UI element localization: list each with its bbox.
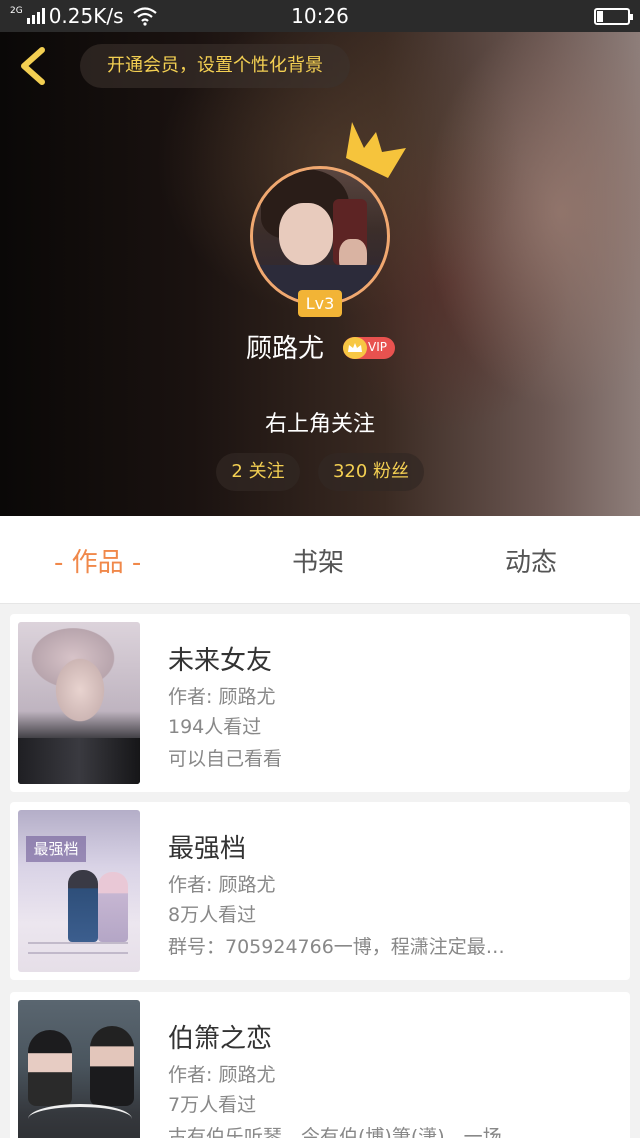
chevron-left-icon: [21, 47, 45, 85]
book-title: 最强档: [168, 834, 247, 864]
following-count[interactable]: 2 关注: [216, 453, 300, 491]
vip-banner-button[interactable]: 开通会员，设置个性化背景: [80, 44, 350, 88]
profile-header: 开通会员，设置个性化背景 Lv3 顾路尤 VIP 右上角关注 2 关注 320 …: [0, 32, 640, 516]
vip-label: VIP: [368, 340, 387, 354]
follow-hint: 右上角关注: [264, 412, 375, 437]
cover-title: 最强档: [26, 836, 86, 862]
battery-icon: [594, 8, 633, 25]
book-cover: [18, 622, 140, 784]
book-title: 伯箫之恋: [168, 1024, 273, 1054]
fans-count[interactable]: 320 粉丝: [318, 453, 424, 491]
profile-tabs: - 作品 - 书架 动态: [0, 516, 640, 604]
book-views: 8万人看过: [168, 904, 257, 926]
book-cover: [18, 1000, 140, 1138]
level-badge: Lv3: [298, 290, 342, 317]
book-description: 群号：705924766一博，程潇注定最…: [168, 936, 505, 958]
tab-bookshelf[interactable]: 书架: [292, 542, 344, 579]
book-author: 作者: 顾路尤: [168, 874, 276, 896]
username: 顾路尤: [246, 334, 325, 364]
book-cover: 最强档: [18, 810, 140, 972]
book-title: 未来女友: [168, 646, 273, 676]
avatar[interactable]: [250, 166, 390, 306]
vip-crown-icon: [343, 337, 367, 359]
tab-works[interactable]: - 作品 -: [54, 542, 141, 579]
book-views: 7万人看过: [168, 1094, 257, 1116]
book-description: 可以自己看看: [168, 748, 283, 770]
crown-icon: [346, 122, 406, 178]
vip-badge: VIP: [343, 337, 395, 359]
tab-moments[interactable]: 动态: [505, 542, 557, 579]
book-card[interactable]: 未来女友 作者: 顾路尤 194人看过 可以自己看看: [10, 614, 630, 792]
clock: 10:26: [291, 4, 349, 28]
book-author: 作者: 顾路尤: [168, 1064, 276, 1086]
status-bar: 2G 0.25K/s 10:26: [0, 0, 640, 32]
book-author: 作者: 顾路尤: [168, 686, 276, 708]
book-views: 194人看过: [168, 716, 262, 738]
book-card[interactable]: 最强档 最强档 作者: 顾路尤 8万人看过 群号：705924766一博，程潇注…: [10, 802, 630, 980]
back-button[interactable]: [12, 44, 56, 88]
book-description: 古有伯乐听琴，今有伯(博)箫(潇)，一场…: [168, 1126, 521, 1138]
book-card[interactable]: 伯箫之恋 作者: 顾路尤 7万人看过 古有伯乐听琴，今有伯(博)箫(潇)，一场…: [10, 992, 630, 1138]
